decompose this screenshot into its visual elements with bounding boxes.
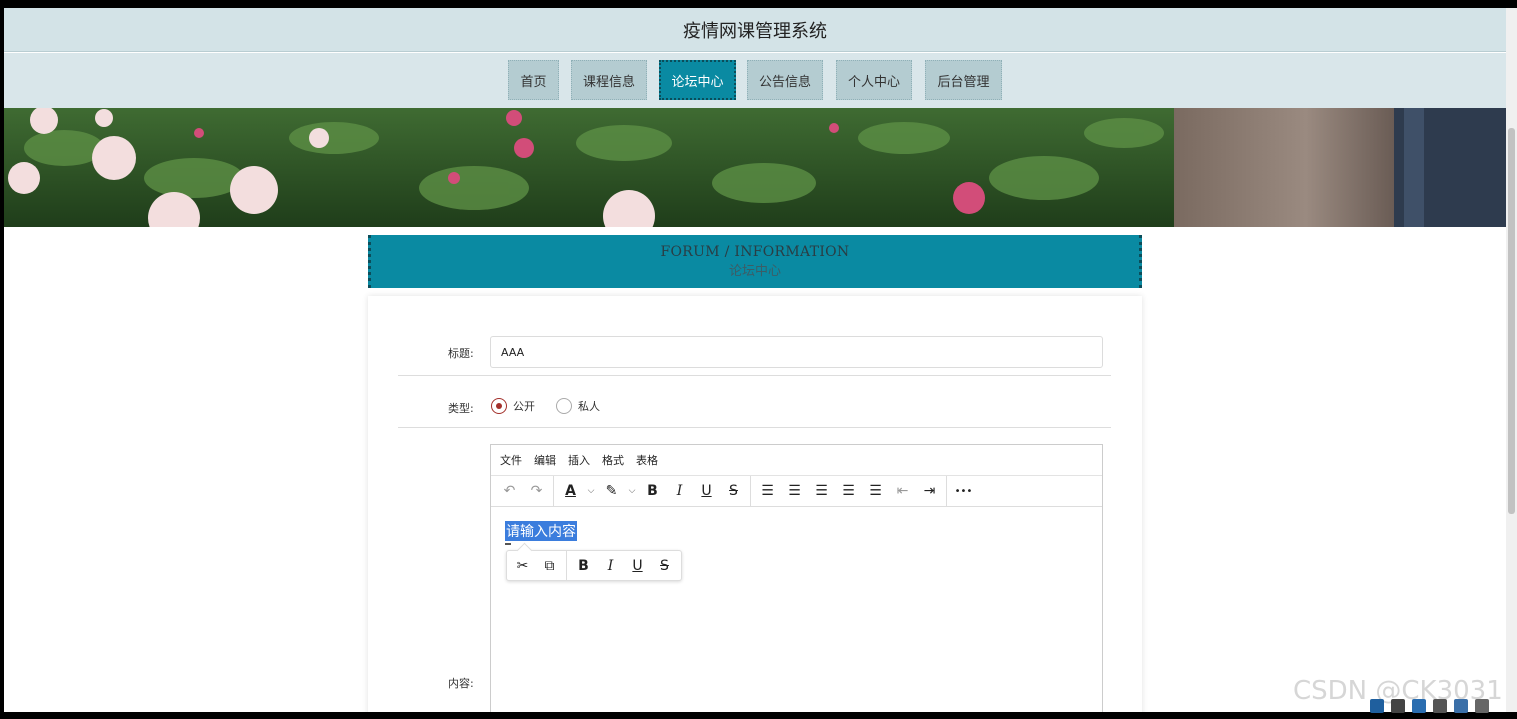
tray-app-icon[interactable] xyxy=(1412,699,1426,713)
radio-private-label: 私人 xyxy=(578,400,600,413)
redo-icon[interactable]: ↷ xyxy=(523,478,550,504)
strikethrough-icon[interactable]: S xyxy=(720,478,747,504)
browser-viewport: 疫情网课管理系统 首页 课程信息 论坛中心 公告信息 个人中心 后台管理 FOR… xyxy=(4,8,1517,712)
nav-forum[interactable]: 论坛中心 xyxy=(659,60,736,100)
type-label: 类型: xyxy=(448,402,474,415)
scrollbar-thumb[interactable] xyxy=(1508,128,1515,514)
nav-announcements[interactable]: 公告信息 xyxy=(747,60,823,100)
outdent-icon[interactable]: ⇤ xyxy=(889,478,916,504)
radio-public[interactable]: 公开 xyxy=(491,398,535,414)
editor-menubar: 文件 编辑 插入 格式 表格 xyxy=(491,445,1102,476)
radio-unchecked-icon xyxy=(556,398,572,414)
section-title-en: FORUM / INFORMATION xyxy=(660,244,850,260)
line-height-icon[interactable]: ☰ xyxy=(754,478,781,504)
main-nav: 首页 课程信息 论坛中心 公告信息 个人中心 后台管理 xyxy=(4,53,1506,108)
tray-app-icon[interactable] xyxy=(1370,699,1384,713)
tray-app-icon[interactable] xyxy=(1454,699,1468,713)
quick-toolbar: ✂ ⧉ B I U S xyxy=(506,550,682,581)
toolbar-separator xyxy=(566,550,567,581)
bold-icon[interactable]: B xyxy=(639,478,666,504)
tray-app-icon[interactable] xyxy=(1391,699,1405,713)
align-justify-icon[interactable]: ☰ xyxy=(862,478,889,504)
system-tray xyxy=(1366,693,1517,719)
banner-image xyxy=(4,108,1506,227)
selected-placeholder-text[interactable]: 请输入内容 xyxy=(505,521,577,541)
divider xyxy=(398,427,1111,428)
align-center-icon[interactable]: ☰ xyxy=(808,478,835,504)
rich-text-editor: 文件 编辑 插入 格式 表格 ↶ ↷ A ⌵ ✎ ⌵ B I U S ☰ ☰ ☰… xyxy=(490,444,1103,712)
divider xyxy=(398,375,1111,376)
toolbar-separator xyxy=(750,475,751,507)
copy-icon[interactable]: ⧉ xyxy=(536,553,563,579)
toolbar-separator xyxy=(946,475,947,507)
site-title-bar: 疫情网课管理系统 xyxy=(4,8,1506,52)
bold-icon[interactable]: B xyxy=(570,553,597,579)
italic-icon[interactable]: I xyxy=(666,478,693,504)
text-color-icon[interactable]: A xyxy=(557,478,584,504)
underline-icon[interactable]: U xyxy=(624,553,651,579)
align-right-icon[interactable]: ☰ xyxy=(835,478,862,504)
editor-content[interactable]: 请输入内容 ✂ ⧉ B I U S xyxy=(491,507,1102,712)
radio-public-label: 公开 xyxy=(513,400,535,413)
menu-file[interactable]: 文件 xyxy=(500,452,522,468)
toolbar-separator xyxy=(553,475,554,507)
nav-personal-center[interactable]: 个人中心 xyxy=(836,60,912,100)
more-icon[interactable]: ••• xyxy=(950,478,977,504)
site-title: 疫情网课管理系统 xyxy=(683,20,827,42)
radio-checked-icon xyxy=(491,398,507,414)
menu-table[interactable]: 表格 xyxy=(636,452,658,468)
tray-app-icon[interactable] xyxy=(1475,699,1489,713)
nav-courses[interactable]: 课程信息 xyxy=(571,60,647,100)
radio-private[interactable]: 私人 xyxy=(556,398,600,414)
forum-section-header: FORUM / INFORMATION 论坛中心 xyxy=(368,235,1142,288)
title-input[interactable]: AAA xyxy=(490,336,1103,368)
page-scrollbar[interactable] xyxy=(1506,8,1517,712)
chevron-down-icon[interactable]: ⌵ xyxy=(625,478,639,504)
nav-home[interactable]: 首页 xyxy=(508,60,559,100)
menu-insert[interactable]: 插入 xyxy=(568,452,590,468)
highlight-icon[interactable]: ✎ xyxy=(598,478,625,504)
text-cursor xyxy=(505,543,511,545)
indent-icon[interactable]: ⇥ xyxy=(916,478,943,504)
forum-form-card: 标题: AAA 类型: 公开 私人 内容: 文件 编辑 插入 格式 表格 ↶ ↷ xyxy=(368,296,1142,712)
peony-flowers-image xyxy=(4,108,1506,227)
chevron-down-icon[interactable]: ⌵ xyxy=(584,478,598,504)
italic-icon[interactable]: I xyxy=(597,553,624,579)
undo-icon[interactable]: ↶ xyxy=(496,478,523,504)
content-label: 内容: xyxy=(448,677,474,690)
underline-icon[interactable]: U xyxy=(693,478,720,504)
nav-admin[interactable]: 后台管理 xyxy=(925,60,1002,100)
editor-toolbar: ↶ ↷ A ⌵ ✎ ⌵ B I U S ☰ ☰ ☰ ☰ ☰ ⇤ ⇥ ••• xyxy=(491,475,1102,507)
section-title-cn: 论坛中心 xyxy=(728,264,781,279)
menu-edit[interactable]: 编辑 xyxy=(534,452,556,468)
align-left-icon[interactable]: ☰ xyxy=(781,478,808,504)
menu-format[interactable]: 格式 xyxy=(602,452,624,468)
cut-icon[interactable]: ✂ xyxy=(509,553,536,579)
tray-app-icon[interactable] xyxy=(1433,699,1447,713)
title-label: 标题: xyxy=(448,347,474,360)
strikethrough-icon[interactable]: S xyxy=(651,553,678,579)
